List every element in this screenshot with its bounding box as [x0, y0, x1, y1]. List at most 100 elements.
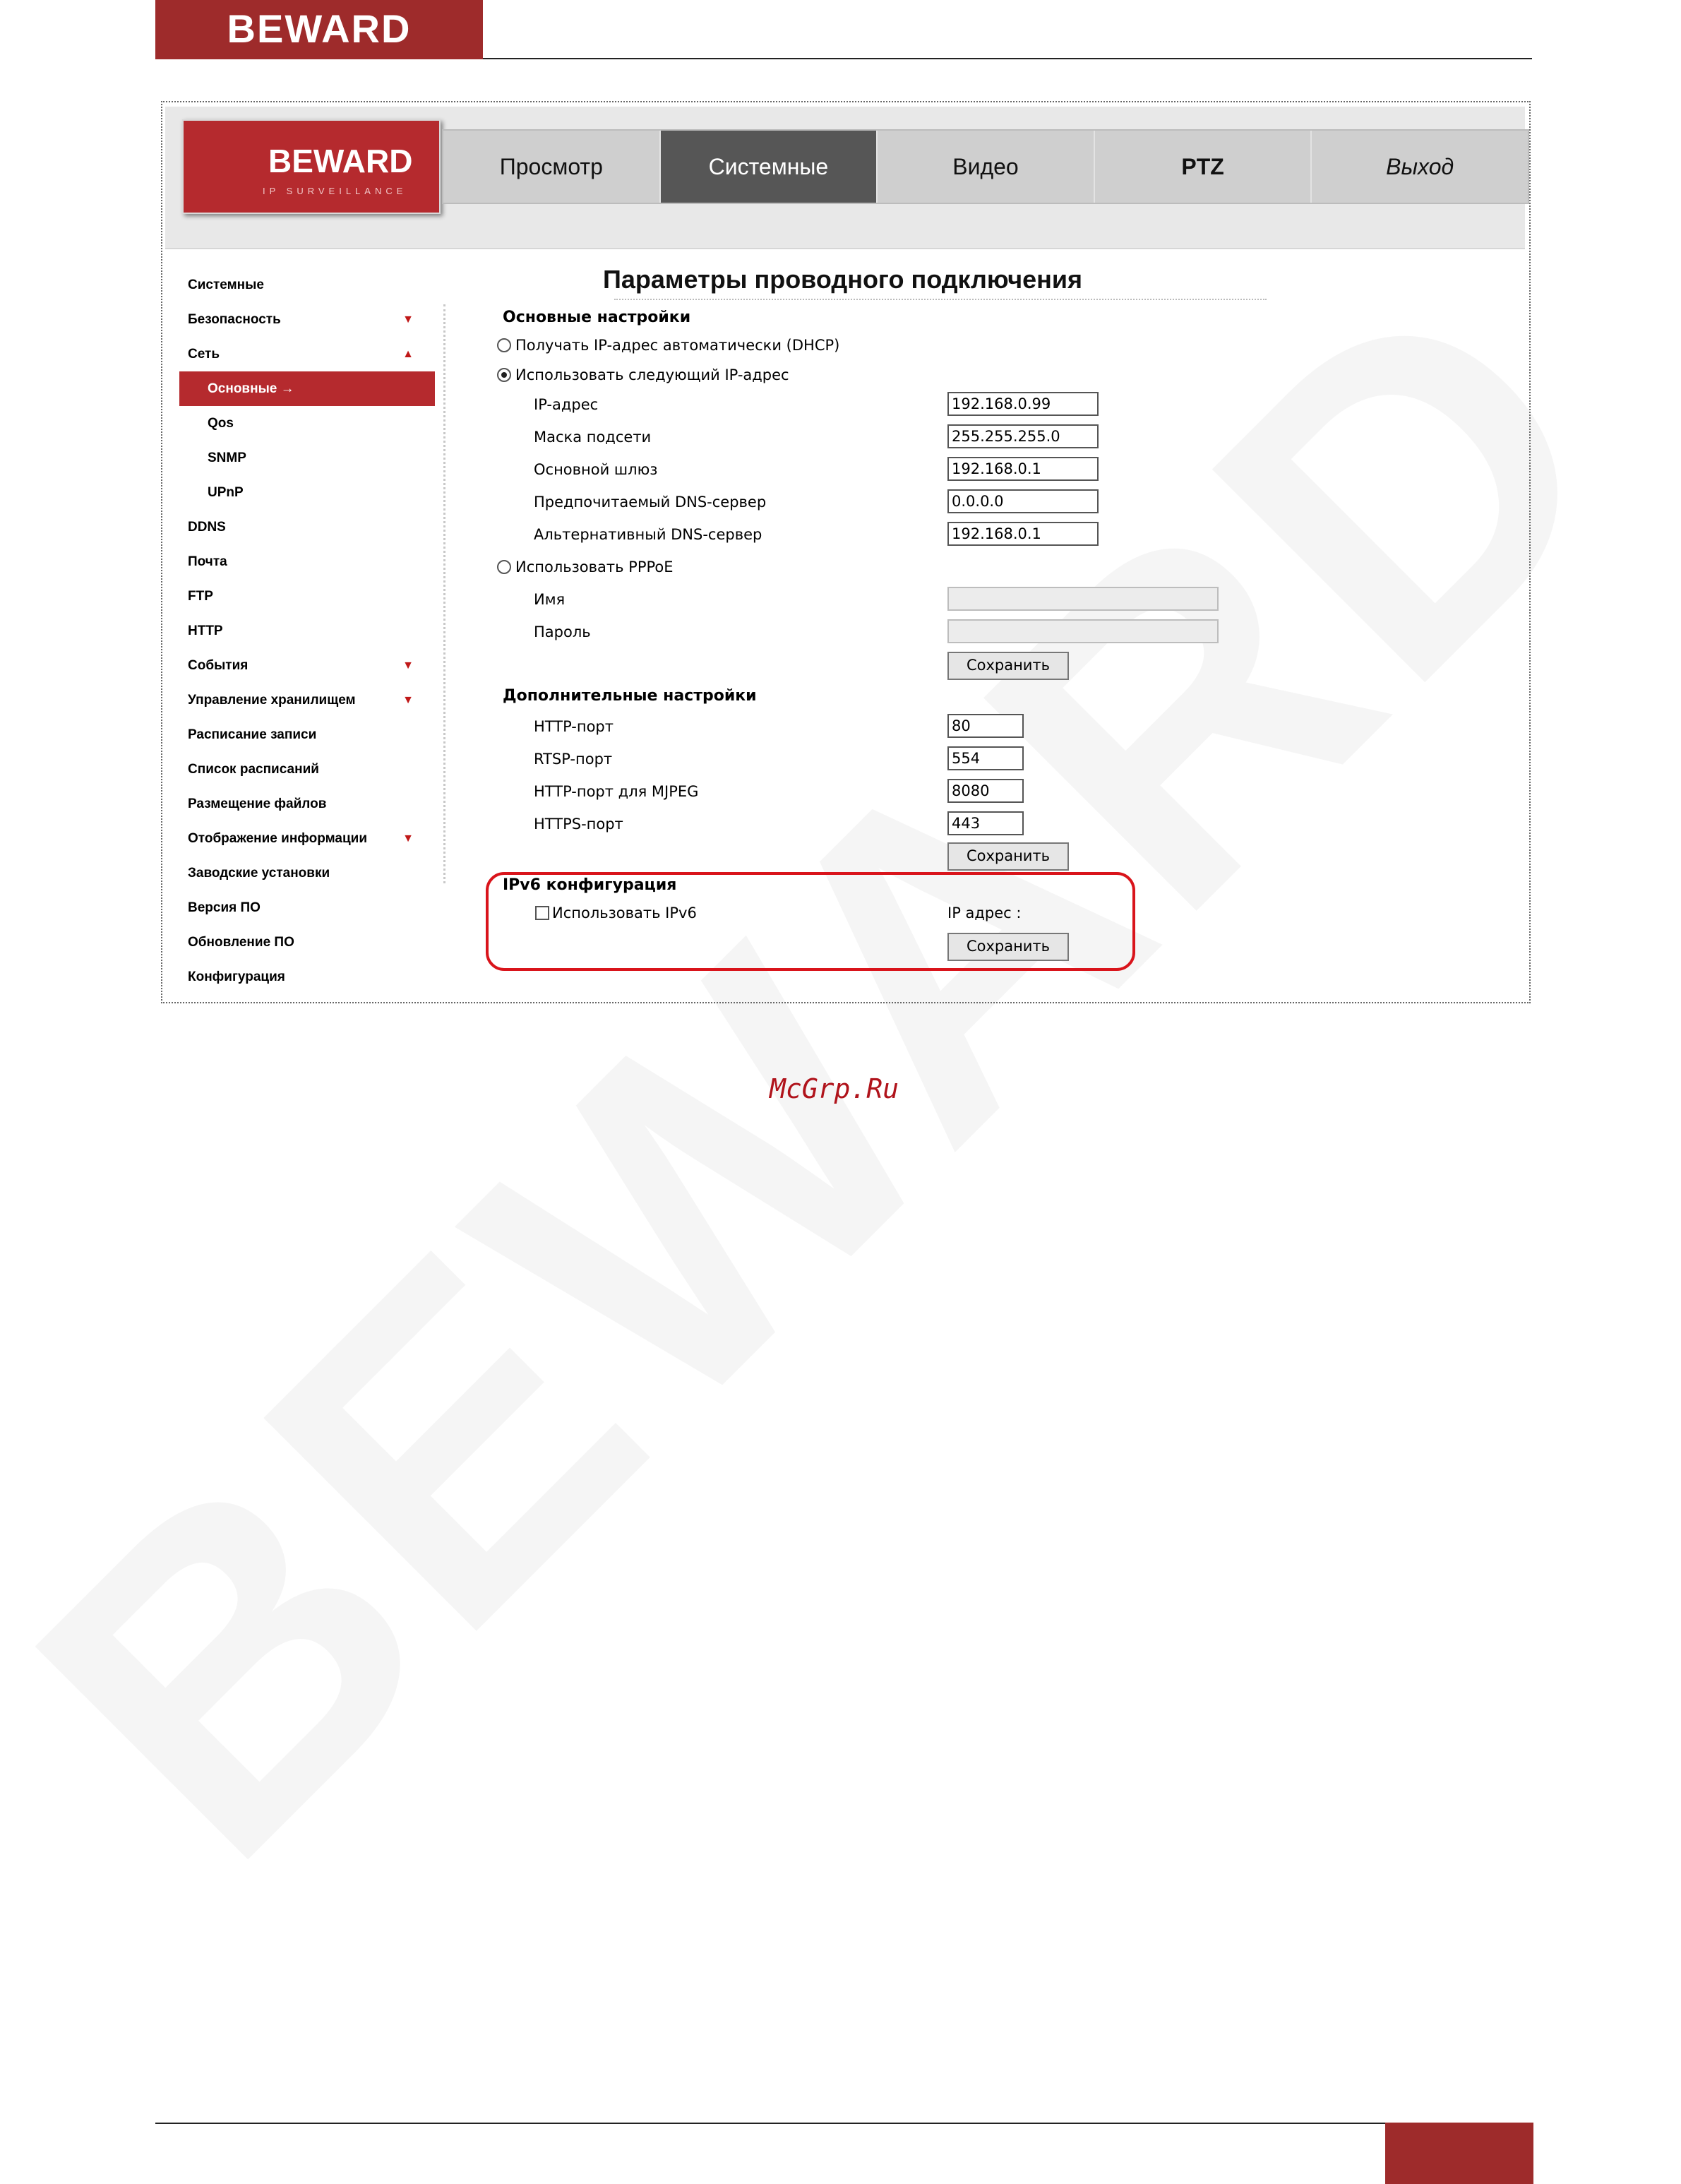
sidebar-item-record-schedule[interactable]: Расписание записи — [165, 717, 441, 752]
basic-settings-heading: Основные настройки — [503, 309, 691, 326]
tab-view[interactable]: Просмотр — [443, 131, 661, 203]
sidebar-item-label: Системные — [188, 278, 264, 292]
camera-logo: BEWARD IP SURVEILLANCE — [182, 119, 441, 214]
camera-logo-brand: BEWARD — [268, 143, 413, 179]
sidebar-item-system[interactable]: Системные — [165, 268, 441, 302]
sidebar-item-file-location[interactable]: Размещение файлов — [165, 787, 441, 821]
rtsp-port-label: RTSP-порт — [534, 751, 613, 768]
sidebar-item-factory-defaults[interactable]: Заводские установки — [165, 856, 441, 890]
sidebar-item-configuration[interactable]: Конфигурация — [165, 960, 441, 994]
ipv6-highlight-frame — [486, 872, 1135, 971]
sidebar-item-storage[interactable]: Управление хранилищем ▼ — [165, 683, 441, 717]
static-ip-radio-label: Использовать следующий IP-адрес — [515, 366, 789, 383]
http-port-label: HTTP-порт — [534, 718, 614, 735]
sidebar-item-qos[interactable]: Qos — [165, 406, 441, 441]
sidebar-item-label: Заводские установки — [188, 866, 330, 881]
advanced-settings-heading: Дополнительные настройки — [503, 687, 757, 705]
sidebar-item-label: SNMP — [208, 450, 246, 465]
sidebar-item-label: Управление хранилищем — [188, 693, 356, 708]
sidebar-item-snmp[interactable]: SNMP — [165, 441, 441, 475]
tab-ptz[interactable]: PTZ — [1095, 131, 1312, 203]
pppoe-password-field[interactable] — [947, 619, 1219, 643]
radio-unchecked-icon — [497, 560, 511, 574]
sidebar-item-label: Конфигурация — [188, 969, 285, 984]
pppoe-radio[interactable]: Использовать PPPoE — [497, 559, 674, 575]
collapse-arrow-icon: ▲ — [402, 348, 414, 360]
sidebar-item-info-display[interactable]: Отображение информации ▼ — [165, 821, 441, 856]
gateway-label: Основной шлюз — [534, 461, 658, 478]
tab-video[interactable]: Видео — [878, 131, 1095, 203]
pppoe-password-label: Пароль — [534, 623, 591, 640]
sidebar-item-events[interactable]: События ▼ — [165, 648, 441, 683]
rtsp-port-field[interactable]: 554 — [947, 746, 1024, 770]
expand-arrow-icon: ▼ — [402, 314, 414, 326]
static-ip-radio[interactable]: Использовать следующий IP-адрес — [497, 366, 789, 383]
sidebar-item-mail[interactable]: Почта — [165, 544, 441, 579]
sidebar-item-firmware-update[interactable]: Обновление ПО — [165, 925, 441, 960]
sidebar-item-security[interactable]: Безопасность ▼ — [165, 302, 441, 337]
sidebar-item-label: UPnP — [208, 485, 244, 500]
sidebar-item-label: Список расписаний — [188, 762, 319, 777]
sidebar-item-label: Qos — [208, 416, 234, 431]
sidebar-item-label: Расписание записи — [188, 727, 317, 742]
doc-logo-text: BEWARD — [227, 6, 412, 51]
page-title: Параметры проводного подключения — [603, 265, 1083, 294]
title-underline — [614, 299, 1267, 300]
expand-arrow-icon: ▼ — [402, 833, 414, 845]
ip-address-field[interactable]: 192.168.0.99 — [947, 392, 1099, 416]
subnet-mask-label: Маска подсети — [534, 429, 652, 446]
sidebar-item-label: FTP — [188, 589, 213, 604]
main-tabs: Просмотр Системные Видео PTZ Выход — [442, 129, 1529, 204]
primary-dns-field[interactable]: 0.0.0.0 — [947, 489, 1099, 513]
sidebar-item-label: Размещение файлов — [188, 796, 327, 811]
radio-checked-icon — [497, 368, 511, 382]
sidebar-item-label: Основные → — [208, 381, 294, 396]
expand-arrow-icon: ▼ — [402, 660, 414, 672]
doc-header-logo: BEWARD — [155, 0, 483, 59]
https-port-label: HTTPS-порт — [534, 816, 623, 833]
sidebar-divider — [443, 304, 445, 883]
camera-logo-tagline: IP SURVEILLANCE — [263, 186, 407, 196]
doc-header-rule — [483, 58, 1532, 59]
sidebar-item-schedule-list[interactable]: Список расписаний — [165, 752, 441, 787]
secondary-dns-field[interactable]: 192.168.0.1 — [947, 522, 1099, 546]
mjpeg-port-field[interactable]: 8080 — [947, 779, 1024, 803]
doc-footer-block — [1385, 2123, 1533, 2184]
sidebar-item-ddns[interactable]: DDNS — [165, 510, 441, 544]
pppoe-radio-label: Использовать PPPoE — [515, 559, 674, 575]
sidebar-item-label: Отображение информации — [188, 831, 368, 846]
pppoe-name-label: Имя — [534, 591, 566, 608]
sidebar-item-label: Сеть — [188, 347, 220, 362]
sidebar-item-label: Безопасность — [188, 312, 281, 327]
subnet-mask-field[interactable]: 255.255.255.0 — [947, 424, 1099, 448]
radio-unchecked-icon — [497, 338, 511, 352]
ip-address-label: IP-адрес — [534, 396, 599, 413]
save-basic-button[interactable]: Сохранить — [947, 652, 1069, 680]
site-watermark-text: McGrp.Ru — [770, 1073, 899, 1104]
secondary-dns-label: Альтернативный DNS-сервер — [534, 526, 762, 543]
sidebar-item-http[interactable]: HTTP — [165, 614, 441, 648]
tab-system[interactable]: Системные — [660, 131, 878, 203]
sidebar-item-firmware-version[interactable]: Версия ПО — [165, 890, 441, 925]
http-port-field[interactable]: 80 — [947, 714, 1024, 738]
sidebar-item-label: События — [188, 658, 249, 673]
doc-footer-rule — [155, 2123, 1387, 2124]
sidebar-item-network-basic[interactable]: Основные → — [179, 371, 435, 406]
https-port-field[interactable]: 443 — [947, 811, 1024, 835]
primary-dns-label: Предпочитаемый DNS-сервер — [534, 494, 767, 511]
mjpeg-port-label: HTTP-порт для MJPEG — [534, 783, 699, 800]
sidebar-item-label: DDNS — [188, 520, 226, 535]
pppoe-name-field[interactable] — [947, 587, 1219, 611]
sidebar-item-label: Версия ПО — [188, 900, 261, 915]
gateway-field[interactable]: 192.168.0.1 — [947, 457, 1099, 481]
sidebar-item-label: HTTP — [188, 623, 223, 638]
expand-arrow-icon: ▼ — [402, 694, 414, 706]
sidebar-item-ftp[interactable]: FTP — [165, 579, 441, 614]
tab-logout[interactable]: Выход — [1312, 131, 1528, 203]
top-bar: BEWARD IP SURVEILLANCE Просмотр Системны… — [165, 107, 1529, 249]
sidebar-item-network[interactable]: Сеть ▲ — [165, 337, 441, 371]
dhcp-radio[interactable]: Получать IP-адрес автоматически (DHCP) — [497, 337, 839, 354]
save-advanced-button[interactable]: Сохранить — [947, 842, 1069, 871]
camera-web-ui: BEWARD IP SURVEILLANCE Просмотр Системны… — [161, 101, 1531, 1003]
sidebar-item-upnp[interactable]: UPnP — [165, 475, 441, 510]
